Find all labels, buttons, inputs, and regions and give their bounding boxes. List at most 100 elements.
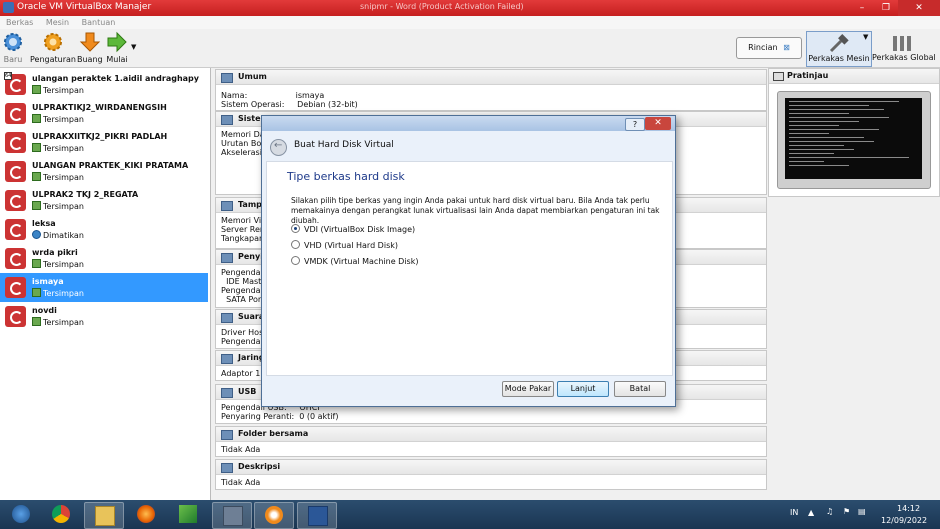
radio-unselected-icon	[291, 256, 300, 265]
vm-item[interactable]: ULPRAKTIKJ2_WIRDANENGSIH Tersimpan	[0, 99, 208, 128]
tray-expand-icon[interactable]: ▲	[808, 508, 814, 517]
next-button[interactable]: Lanjut	[557, 381, 609, 397]
section-umum-header[interactable]: Umum	[216, 70, 766, 85]
detail-row: Tidak Ada	[221, 445, 261, 454]
debian-os-icon	[5, 132, 26, 153]
saved-state-icon	[32, 172, 41, 181]
preview-terminal-image	[785, 98, 922, 179]
window-title: Oracle VM VirtualBox Manajer	[17, 2, 152, 12]
cancel-button[interactable]: Batal	[614, 381, 666, 397]
vm-item[interactable]: ULPRAK2 TKJ 2_REGATA Tersimpan	[0, 186, 208, 215]
discard-button[interactable]: Buang	[77, 31, 103, 64]
vm-item[interactable]: leksa Dimatikan	[0, 215, 208, 244]
radio-vhd[interactable]: VHD (Virtual Hard Disk)	[291, 240, 398, 250]
taskbar-virtualbox[interactable]	[212, 502, 252, 529]
taskbar-app[interactable]	[169, 502, 207, 527]
start-arrow-icon	[106, 31, 128, 53]
flag-icon[interactable]: ⚑	[843, 507, 850, 516]
preview-header[interactable]: Pratinjau	[769, 69, 939, 84]
taskbar-word[interactable]	[297, 502, 337, 529]
details-label: Rincian	[748, 43, 778, 52]
radio-vmdk[interactable]: VMDK (Virtual Machine Disk)	[291, 256, 418, 266]
saved-state-icon	[32, 85, 41, 94]
saved-state-icon	[32, 259, 41, 268]
maximize-button[interactable]: ❐	[874, 0, 898, 16]
vm-item-selected[interactable]: ismaya Tersimpan	[0, 273, 208, 302]
description-icon	[221, 463, 233, 473]
machine-tools-label: Perkakas Mesin	[808, 54, 870, 63]
monitor-icon	[773, 72, 784, 81]
menu-mesin[interactable]: Mesin	[46, 16, 69, 29]
details-pin-icon: ⊠	[783, 43, 790, 52]
close-button[interactable]: ✕	[898, 0, 940, 16]
detail-row: Tidak Ada	[221, 478, 261, 487]
vm-item[interactable]: ULPRAKXIITKJ2_PIKRI PADLAH Tersimpan	[0, 128, 208, 157]
vm-item[interactable]: 64 ulangan peraktek 1.aidil andraghapy T…	[0, 70, 208, 99]
vm-state: Tersimpan	[43, 289, 84, 298]
taskbar-chrome[interactable]	[42, 502, 80, 527]
global-tools-button[interactable]: Perkakas Global	[872, 31, 936, 65]
details-button[interactable]: Rincian ⊠	[736, 37, 802, 59]
back-arrow-icon[interactable]	[270, 139, 287, 156]
help-button[interactable]: ?	[625, 118, 645, 131]
discard-label: Buang	[77, 55, 103, 64]
discard-arrow-icon	[79, 31, 101, 53]
vm-item[interactable]: novdi Tersimpan	[0, 302, 208, 331]
detail-row: Penyaring Peranti: 0 (0 aktif)	[221, 412, 339, 421]
background-window-title: snipmr - Word (Product Activation Failed…	[360, 2, 524, 11]
settings-button[interactable]: Pengaturan	[30, 31, 76, 64]
settings-label: Pengaturan	[30, 55, 76, 64]
radio-unselected-icon	[291, 240, 300, 249]
clock-time[interactable]: 14:12	[897, 504, 920, 513]
vm-state: Tersimpan	[43, 86, 84, 95]
preview-panel: Pratinjau	[768, 68, 940, 197]
radio-selected-icon	[291, 224, 300, 233]
menu-berkas[interactable]: Berkas	[6, 16, 33, 29]
vm-name: ULPRAKXIITKJ2_PIKRI PADLAH	[32, 132, 168, 141]
vm-name: novdi	[32, 306, 57, 315]
start-menu-button[interactable]	[2, 502, 40, 527]
start-button[interactable]: Mulai	[106, 31, 128, 64]
app-orange-icon	[265, 506, 283, 524]
windows-start-icon	[12, 505, 30, 523]
vm-state: Tersimpan	[43, 318, 84, 327]
expert-mode-button[interactable]: Mode Pakar	[502, 381, 554, 397]
taskbar-firefox[interactable]	[127, 502, 165, 527]
menu-bar: Berkas Mesin Bantuan	[0, 16, 940, 29]
vm-state: Tersimpan	[43, 115, 84, 124]
new-vm-button[interactable]: Baru	[2, 31, 24, 64]
start-dropdown-icon[interactable]: ▼	[131, 43, 136, 51]
wizard-heading: Tipe berkas hard disk	[287, 170, 405, 183]
volume-icon[interactable]: ♫	[826, 507, 833, 516]
saved-state-icon	[32, 201, 41, 210]
menu-bantuan[interactable]: Bantuan	[82, 16, 116, 29]
vm-item[interactable]: ULANGAN PRAKTEK_KIKI PRATAMA Tersimpan	[0, 157, 208, 186]
network-tray-icon[interactable]: ▤	[858, 507, 866, 516]
radio-label: VHD (Virtual Hard Disk)	[304, 241, 398, 250]
clock-date[interactable]: 12/09/2022	[881, 516, 927, 525]
section-deskripsi: Deskripsi Tidak Ada	[215, 459, 767, 490]
usb-icon	[221, 388, 233, 398]
saved-state-icon	[32, 288, 41, 297]
section-deskripsi-header[interactable]: Deskripsi	[216, 460, 766, 475]
debian-os-icon	[5, 306, 26, 327]
folder-icon	[221, 430, 233, 440]
minimize-button[interactable]: –	[850, 0, 874, 16]
display-icon	[221, 201, 233, 211]
vm-name: ismaya	[32, 277, 64, 286]
new-gear-icon	[2, 31, 24, 53]
radio-vdi[interactable]: VDI (VirtualBox Disk Image)	[291, 224, 415, 234]
firefox-icon	[137, 505, 155, 523]
vm-item[interactable]: wrda pikri Tersimpan	[0, 244, 208, 273]
folder-explorer-icon	[95, 506, 115, 526]
taskbar-app-orange[interactable]	[254, 502, 294, 529]
system-chip-icon	[221, 115, 233, 125]
wizard-description: Silakan pilih tipe berkas yang ingin And…	[291, 196, 660, 225]
language-indicator[interactable]: IN	[790, 508, 798, 517]
section-folder-header[interactable]: Folder bersama	[216, 427, 766, 442]
dialog-close-button[interactable]: ✕	[645, 117, 671, 130]
taskbar-explorer[interactable]	[84, 502, 124, 529]
debian-os-icon	[5, 190, 26, 211]
machine-tools-dropdown-icon[interactable]: ▼	[863, 33, 868, 41]
section-folder-bersama: Folder bersama Tidak Ada	[215, 426, 767, 457]
